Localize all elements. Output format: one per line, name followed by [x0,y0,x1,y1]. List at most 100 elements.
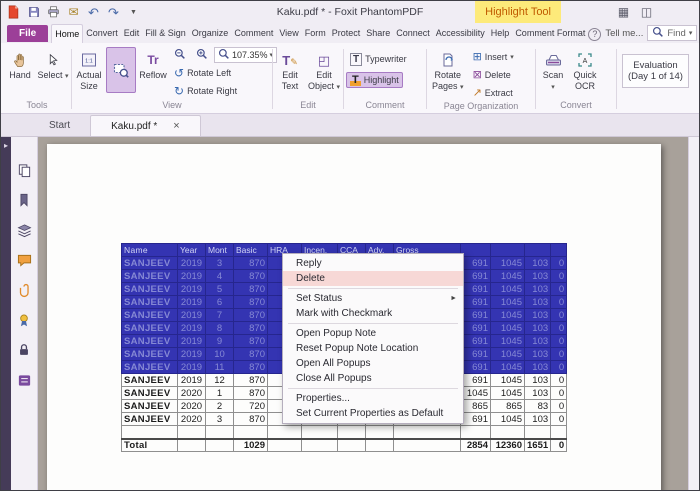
rotate-left-button[interactable]: ↺Rotate Left [170,65,235,81]
context-menu-item-open-popup-note[interactable]: Open Popup Note [283,326,463,341]
extract-pages-button[interactable]: ↗Extract [469,85,518,101]
magnifier-icon [218,48,230,62]
table-cell: 2020 [178,387,206,400]
evaluation-button[interactable]: Evaluation (Day 1 of 14) [622,54,689,88]
digital-signature-icon[interactable] [15,311,33,329]
file-menu-button[interactable]: File [7,25,48,42]
table-cell: 0 [551,283,567,296]
zoom-in-button[interactable] [192,47,212,63]
expand-pane-icon[interactable]: ▸ [4,141,8,150]
tell-me-search[interactable]: Tell me... [605,28,643,39]
dropdown-caret-icon: ▾ [337,84,341,91]
table-cell: 870 [234,361,268,374]
menu-tab-home[interactable]: Home [51,24,83,43]
context-menu-item-reset-popup-note-location[interactable]: Reset Popup Note Location [283,341,463,356]
context-menu-item-open-all-popups[interactable]: Open All Popups [283,356,463,371]
menu-tab-protect[interactable]: Protect [329,24,364,42]
context-menu-item-set-current-properties-as-default[interactable]: Set Current Properties as Default [283,406,463,421]
marquee-zoom-button[interactable] [106,47,136,93]
table-cell: 9 [206,335,234,348]
context-menu-item-set-status[interactable]: Set Status► [283,291,463,306]
right-panel-rail[interactable] [688,137,699,490]
menu-tab-fill-sign[interactable]: Fill & Sign [142,24,189,42]
table-cell: 12 [206,374,234,387]
layers-icon[interactable] [15,221,33,239]
table-cell: 103 [525,296,551,309]
table-cell: 6 [206,296,234,309]
bookmarks-icon[interactable] [15,191,33,209]
table-cell: 1 [206,387,234,400]
context-menu-item-label: Close All Popups [296,373,372,384]
context-menu-item-delete[interactable]: Delete [283,271,463,286]
rotate-pages-button[interactable]: RotatePages ▾ [429,47,467,95]
delete-pages-button[interactable]: ⊠Delete [469,67,518,83]
select-tool-button[interactable]: Select ▾ [37,47,69,84]
table-cell: 870 [234,387,268,400]
table-cell: SANJEEV [122,413,178,426]
tab-start[interactable]: Start [29,115,90,136]
context-menu-item-label: Reply [296,258,322,269]
menu-tab-convert[interactable]: Convert [83,24,121,42]
workspace-grid-icon[interactable]: ▦ [615,4,632,21]
menu-tab-organize[interactable]: Organize [189,24,232,42]
edit-text-button[interactable]: T✎ EditText [275,47,305,95]
insert-pages-button[interactable]: ⊞Insert ▾ [469,49,518,65]
context-menu-item-mark-with-checkmark[interactable]: Mark with Checkmark [283,306,463,321]
actual-size-button[interactable]: 1:1 ActualSize [74,47,104,95]
table-cell: 103 [525,361,551,374]
table-cell: 0 [551,348,567,361]
tab-kaku-pdf[interactable]: Kaku.pdf * × [90,115,201,136]
menu-tab-edit[interactable]: Edit [121,24,143,42]
rotate-right-button[interactable]: ↻Rotate Right [170,83,241,99]
context-menu-item-close-all-popups[interactable]: Close All Popups [283,371,463,386]
context-menu-item-reply[interactable]: Reply [283,256,463,271]
zoom-out-button[interactable] [170,47,190,63]
table-cell [338,439,366,452]
menu-tab-comment[interactable]: Comment [231,24,276,42]
scan-button[interactable]: Scan▾ [538,47,568,95]
table-cell [394,439,461,452]
context-menu: Reply Delete Set Status► Mark with Checkmar… [282,253,464,424]
menu-tab-help[interactable]: Help [488,24,513,42]
hand-tool-button[interactable]: Hand [5,47,35,84]
table-cell: 1029 [234,439,268,452]
panel-layout-icon[interactable]: ◫ [638,4,655,21]
security-icon[interactable] [15,341,33,359]
context-menu-item-properties[interactable]: Properties... [283,391,463,406]
find-box[interactable]: Find ▾ [647,25,697,41]
context-menu-item-label: Mark with Checkmark [296,308,392,319]
menu-tab-accessibility[interactable]: Accessibility [433,24,488,42]
close-tab-icon[interactable]: × [173,121,179,132]
typewriter-button[interactable]: T Typewriter [346,51,411,67]
table-cell: 691 [461,361,491,374]
delete-pages-icon: ⊠ [473,70,482,81]
table-cell: 720 [234,400,268,413]
quick-ocr-button[interactable]: A QuickOCR [570,47,600,95]
highlight-button[interactable]: T Highlight [346,72,403,88]
active-tool-badge: Highlight Tool [475,1,561,23]
table-cell: 870 [234,348,268,361]
table-cell [491,426,525,439]
comments-icon[interactable] [15,251,33,269]
menu-tab-form[interactable]: Form [302,24,329,42]
table-cell [366,426,394,439]
table-cell: 103 [525,283,551,296]
form-fields-icon[interactable] [15,371,33,389]
dropdown-caret-icon: ▾ [510,53,514,61]
reflow-button[interactable]: Tr Reflow [138,47,168,84]
menu-tab-share[interactable]: Share [363,24,393,42]
edit-object-button[interactable]: ◰ EditObject ▾ [307,47,341,95]
page-thumbnails-icon[interactable] [15,161,33,179]
ribbon: Hand Select ▾ Tools 1:1 ActualSize [1,43,699,114]
attachments-icon[interactable] [15,281,33,299]
context-menu-item-label: Reset Popup Note Location [296,343,418,354]
menu-tab-connect[interactable]: Connect [393,24,433,42]
menu-tab-comment-format[interactable]: Comment Format [512,24,588,42]
menu-tab-view[interactable]: View [276,24,301,42]
zoom-level-select[interactable]: 107.35% ▾ [214,47,277,63]
table-cell: 1045 [491,309,525,322]
navigation-pane-rail[interactable]: ▸ [1,137,11,490]
rotate-pages-icon [440,50,456,70]
table-cell: 691 [461,335,491,348]
table-cell: 103 [525,348,551,361]
